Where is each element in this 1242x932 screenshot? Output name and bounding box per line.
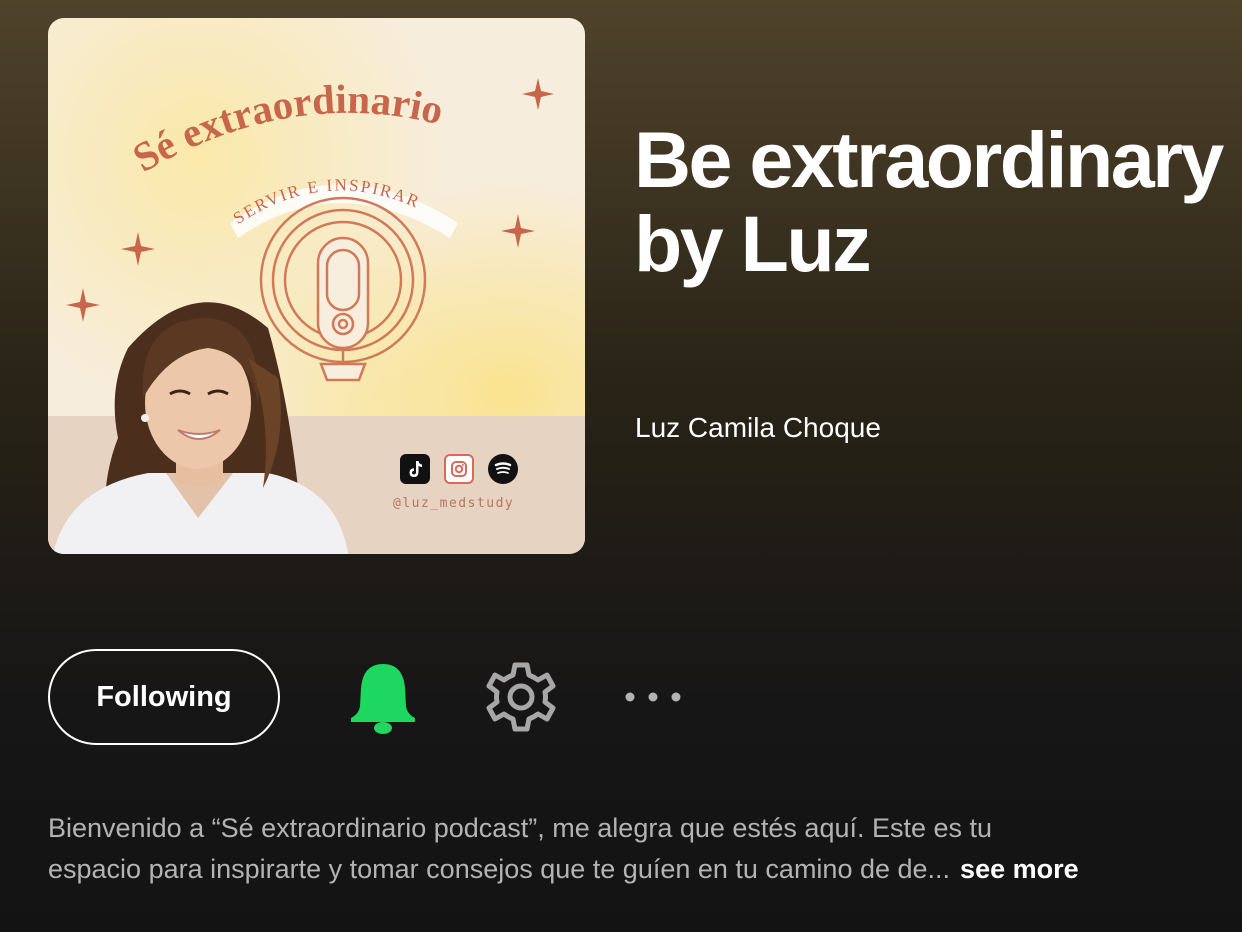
settings-button[interactable] [484, 660, 558, 734]
bell-icon [351, 664, 415, 734]
cover-social-row [400, 454, 518, 484]
podcast-cover-art: Sé extraordinario SERVIR E INSPIRAR @luz… [48, 18, 585, 554]
more-icon [625, 692, 681, 702]
more-options-button[interactable] [620, 682, 686, 712]
podcast-title: Be extraordinary by Luz [634, 115, 1224, 288]
notifications-button[interactable] [349, 660, 417, 736]
spotify-icon [488, 454, 518, 484]
tiktok-icon [400, 454, 430, 484]
gear-icon [486, 662, 556, 732]
podcast-author[interactable]: Luz Camila Choque [635, 412, 881, 444]
cover-handle-text: @luz_medstudy [393, 496, 515, 511]
instagram-icon [444, 454, 474, 484]
podcast-description: Bienvenido a “Sé extraordinario podcast”… [48, 808, 1208, 890]
description-line-1: Bienvenido a “Sé extraordinario podcast”… [48, 813, 993, 843]
description-line-2: espacio para inspirarte y tomar consejos… [48, 854, 951, 884]
following-button[interactable]: Following [48, 649, 280, 745]
see-more-link[interactable]: see more [960, 854, 1079, 884]
